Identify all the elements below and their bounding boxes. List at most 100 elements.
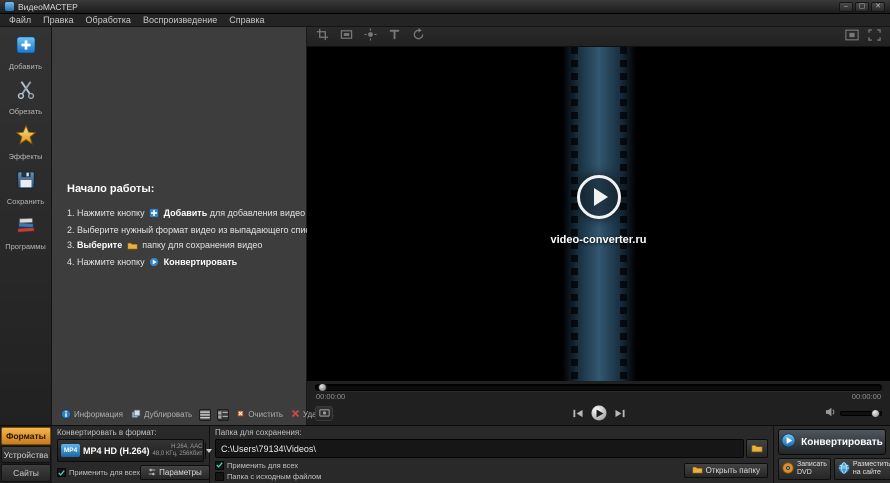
format-apply-all-checkbox[interactable]: Применить для всех: [57, 468, 140, 477]
frame-size-icon[interactable]: [340, 28, 353, 46]
sidebar-label: Программы: [5, 242, 46, 251]
getting-started: Начало работы: 1. Нажмите кнопку Добавит…: [67, 183, 319, 272]
tab-devices[interactable]: Устройства: [1, 446, 51, 464]
menu-item-edit[interactable]: Правка: [37, 15, 79, 25]
getting-started-step-3: 3. Выберите папку для сохранения видео: [67, 238, 319, 255]
transport-bar: [307, 401, 890, 425]
burn-dvd-label: Записать DVD: [797, 461, 827, 477]
rotate-icon[interactable]: [412, 28, 425, 46]
app-window: ВидеоМАСТЕР – ▢ ✕ Файл Правка Обработка …: [0, 0, 890, 483]
upload-to-site-button[interactable]: Разместить на сайте: [834, 458, 890, 480]
volume-slider[interactable]: [840, 411, 882, 416]
sidebar-item-add[interactable]: Добавить: [0, 34, 51, 71]
menu-item-playback[interactable]: Воспроизведение: [137, 15, 223, 25]
step-text: 4. Нажмите кнопку: [67, 257, 145, 267]
preview-panel: video-converter.ru 00:00:00 00:00:00: [307, 27, 890, 425]
current-time: 00:00:00: [316, 392, 345, 401]
convert-button[interactable]: Конвертировать: [778, 429, 886, 455]
info-button[interactable]: Информация: [59, 409, 125, 421]
add-mini-icon: [149, 208, 159, 223]
format-details: H.264, AAC 48,0 КГц, 256Кбит: [153, 444, 203, 458]
info-label: Информация: [74, 410, 123, 419]
play-button[interactable]: [590, 405, 607, 422]
step-text: 3.: [67, 240, 75, 250]
step-text: 2. Выберите нужный формат видео из выпад…: [67, 225, 319, 235]
convert-extra-row: Записать DVD Разместить на сайте: [778, 458, 886, 480]
clear-button[interactable]: Очистить: [234, 409, 285, 420]
tab-sites[interactable]: Сайты: [1, 464, 51, 482]
minimize-button[interactable]: –: [839, 2, 853, 12]
fit-window-icon[interactable]: [845, 28, 859, 46]
apply-all-label: Применить для всех: [69, 468, 140, 477]
getting-started-step-1: 1. Нажмите кнопку Добавить для добавлени…: [67, 206, 319, 223]
frame-capture-button[interactable]: [315, 406, 333, 421]
sidebar: Добавить Обрезать Эффекты Сохранить: [0, 27, 52, 425]
format-dropdown[interactable]: MP4 MP4 HD (H.264) H.264, AAC 48,0 КГц, …: [57, 439, 204, 462]
window-controls: – ▢ ✕: [839, 2, 885, 12]
sidebar-label: Обрезать: [9, 107, 42, 116]
clear-label: Очистить: [248, 410, 283, 419]
sidebar-item-effects[interactable]: Эффекты: [0, 124, 51, 161]
open-folder-button[interactable]: Открыть папку: [684, 463, 768, 478]
fullscreen-icon[interactable]: [868, 28, 881, 46]
format-section: Конвертировать в формат: MP4 MP4 HD (H.2…: [52, 426, 210, 483]
save-path-input[interactable]: C:\Users\79134\Videos\: [215, 439, 744, 458]
floppy-disk-icon: [15, 169, 37, 196]
duplicate-button[interactable]: Дублировать: [129, 409, 194, 421]
play-overlay-button[interactable]: [577, 175, 621, 219]
sidebar-item-trim[interactable]: Обрезать: [0, 79, 51, 116]
clear-icon: [236, 409, 245, 420]
bottom-panel: Форматы Устройства Сайты Конвертировать …: [0, 425, 890, 483]
sidebar-label: Добавить: [9, 62, 42, 71]
parameters-button[interactable]: Параметры: [140, 465, 210, 480]
browse-folder-button[interactable]: [746, 439, 768, 458]
close-button[interactable]: ✕: [871, 2, 885, 12]
mp4-badge-icon: MP4: [61, 444, 80, 457]
brightness-icon[interactable]: [364, 28, 377, 46]
convert-mini-icon: [149, 257, 159, 272]
sidebar-item-save[interactable]: Сохранить: [0, 169, 51, 206]
main-area: Добавить Обрезать Эффекты Сохранить: [0, 27, 890, 425]
menu-item-help[interactable]: Справка: [223, 15, 270, 25]
next-button[interactable]: [614, 408, 625, 418]
previous-button[interactable]: [572, 408, 583, 418]
folder-icon: [751, 440, 763, 458]
path-row: C:\Users\79134\Videos\: [215, 439, 768, 458]
step-bold: Добавить: [164, 208, 208, 218]
volume-thumb[interactable]: [871, 409, 880, 418]
sidebar-label: Эффекты: [8, 152, 42, 161]
file-list-panel: Начало работы: 1. Нажмите кнопку Добавит…: [52, 27, 307, 425]
star-icon: [15, 124, 37, 151]
parameters-label: Параметры: [159, 468, 202, 477]
speaker-icon[interactable]: [825, 404, 836, 422]
crop-icon[interactable]: [316, 28, 329, 46]
menu-item-file[interactable]: Файл: [3, 15, 37, 25]
source-folder-checkbox[interactable]: Папка с исходным файлом: [215, 472, 321, 481]
convert-section: Конвертировать Записать DVD Разместить н…: [774, 426, 890, 483]
seek-thumb[interactable]: [318, 383, 327, 392]
getting-started-step-2: 2. Выберите нужный формат видео из выпад…: [67, 223, 319, 238]
add-video-icon: [15, 34, 37, 61]
seek-bar[interactable]: [315, 384, 882, 391]
preview-toolbar-right: [845, 28, 881, 46]
convert-label: Конвертировать: [801, 437, 883, 448]
step-bold: Выберите: [77, 240, 122, 250]
text-overlay-icon[interactable]: [388, 28, 401, 46]
preview-toolbar: [307, 27, 890, 47]
sidebar-item-programs[interactable]: Программы: [0, 214, 51, 251]
source-folder-label: Папка с исходным файлом: [227, 472, 321, 481]
maximize-button[interactable]: ▢: [855, 2, 869, 12]
sidebar-label: Сохранить: [7, 197, 44, 206]
category-tabs: Форматы Устройства Сайты: [0, 426, 52, 483]
tab-formats[interactable]: Форматы: [1, 427, 51, 445]
thumbnail-view-button[interactable]: [217, 409, 229, 421]
duplicate-icon: [131, 409, 141, 421]
menu-item-processing[interactable]: Обработка: [80, 15, 137, 25]
burn-dvd-button[interactable]: Записать DVD: [778, 458, 831, 480]
list-view-icon: [200, 406, 210, 424]
folder-apply-all-checkbox[interactable]: Применить для всех: [215, 461, 321, 470]
list-view-button[interactable]: [199, 409, 211, 421]
play-icon: [596, 409, 603, 417]
total-time: 00:00:00: [852, 392, 881, 401]
step-text: 1. Нажмите кнопку: [67, 208, 145, 218]
